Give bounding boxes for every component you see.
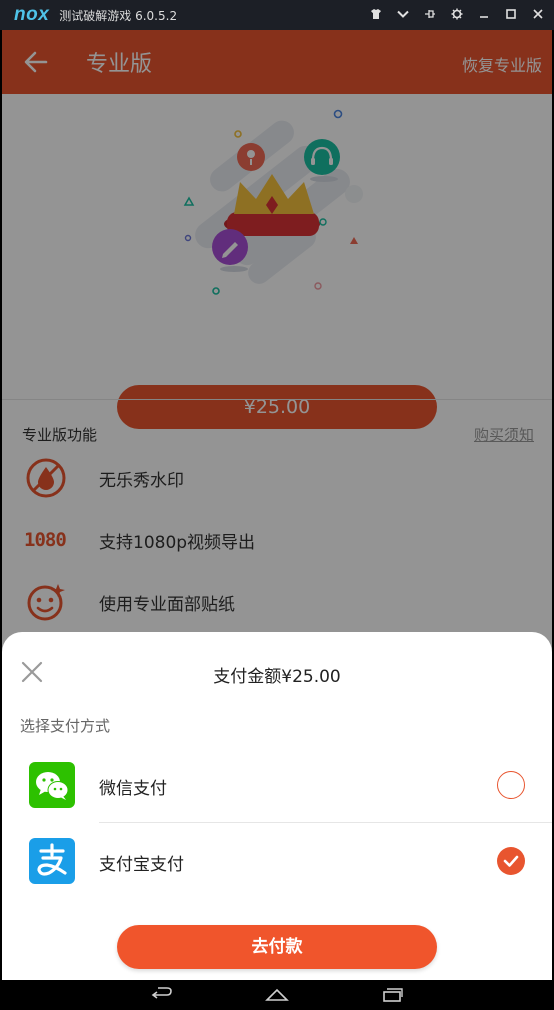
maximize-icon[interactable]	[505, 8, 517, 23]
payment-amount-title: 支付金额¥25.00	[213, 667, 341, 687]
alipay-radio-checked[interactable]	[497, 847, 525, 875]
shirt-icon[interactable]	[370, 8, 382, 23]
emulator-title-bar: nox 测试破解游戏 6.0.5.2	[0, 0, 554, 30]
wechat-pay-radio[interactable]	[497, 771, 525, 799]
wechat-pay-label: 微信支付	[99, 779, 167, 799]
minimize-icon[interactable]	[478, 8, 490, 23]
alipay-label: 支付宝支付	[99, 855, 184, 875]
emulator-title: 测试破解游戏 6.0.5.2	[59, 8, 178, 23]
wechat-pay-icon	[29, 762, 75, 808]
alipay-option[interactable]: 支付宝支付	[2, 830, 552, 904]
system-navigation-bar	[0, 980, 554, 1010]
check-icon	[503, 855, 519, 867]
recents-nav-icon[interactable]	[380, 986, 404, 1004]
gear-icon[interactable]	[451, 8, 463, 23]
home-nav-icon[interactable]	[265, 986, 289, 1004]
close-icon[interactable]	[532, 8, 544, 23]
back-nav-icon[interactable]	[150, 986, 174, 1004]
nox-logo: nox	[14, 4, 50, 25]
payment-method-subtitle: 选择支付方式	[20, 717, 111, 735]
row-divider	[99, 822, 552, 823]
wechat-pay-option[interactable]: 微信支付	[2, 754, 552, 828]
alipay-icon	[29, 838, 75, 884]
chevron-down-icon[interactable]	[397, 8, 409, 23]
go-pay-button[interactable]: 去付款	[117, 925, 437, 969]
app-screen: 专业版 恢复专业版 ¥25.00 专业版功能 购买须知 无乐秀水印 1080 支…	[2, 30, 552, 980]
window-controls	[370, 0, 544, 30]
pin-icon[interactable]	[424, 8, 436, 23]
